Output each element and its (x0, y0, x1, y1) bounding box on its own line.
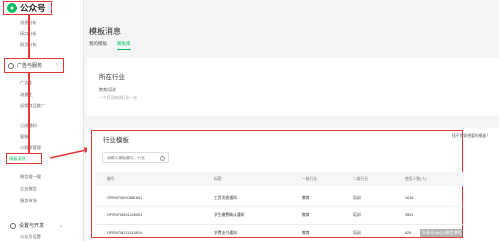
table-row-2-code[interactable]: OPENTM201205001 (107, 213, 142, 217)
watermark: 头条号/@QQ微信课程 (420, 229, 464, 237)
sidebar-group-ads-label: 广告与服务 (17, 63, 43, 69)
template-search-box[interactable] (102, 152, 169, 163)
sidebar-item-service-market[interactable]: 服务市场 (20, 198, 37, 204)
sidebar-item-wechat-search[interactable]: 微信搜一搜 (20, 174, 41, 180)
table-row-3-code[interactable]: OPENTM211131804 (107, 231, 142, 235)
table-row-1-title[interactable]: 工资发放通知 (214, 196, 237, 201)
sidebar-group-dev[interactable]: 设置与开发 ⌄ (7, 218, 67, 233)
sidebar-item-account-settings[interactable]: 公众号设置 (20, 234, 41, 240)
annotation-line-mid (28, 73, 30, 153)
table-row-3-usage: 625 (405, 231, 412, 235)
tab-template-library[interactable]: 模板库 (117, 41, 131, 50)
table-row-1-usage: 1018 (405, 196, 414, 200)
table-row-1-industry-2: 培训 (353, 196, 361, 200)
industry-card: 所在行业 教育/培训 一个月可修改行业一次 (87, 58, 499, 116)
cannot-find-template-link[interactable]: 找不到你想要的模板？ (452, 134, 490, 139)
wechat-logo-icon: ● (7, 3, 17, 13)
sidebar: ● 公众号 消息分析 接口分析 网页分析 广告与服务 ⌃ 广告主 流量主 返佣商… (0, 0, 84, 241)
table-row-2-title[interactable]: 学生缴费确认通知 (214, 213, 244, 218)
settings-icon (10, 222, 16, 229)
page-title: 模板消息 (89, 27, 121, 36)
chevron-down-icon: ⌄ (58, 222, 63, 229)
sidebar-item-advertiser[interactable]: 广告主 (20, 80, 33, 86)
sidebar-item-commission[interactable]: 返佣商品推广 (20, 103, 45, 109)
column-header-industry-2: 二级行业 (353, 177, 369, 181)
sidebar-item-work-wechat[interactable]: 企业微信 (20, 186, 37, 192)
column-header-code: 编号 (107, 177, 115, 181)
row-divider (96, 206, 464, 207)
row-divider (96, 224, 464, 225)
chevron-up-icon: ⌃ (54, 62, 59, 69)
table-row-1-code[interactable]: OPENTM200851601 (107, 196, 142, 200)
table-row-2-industry-1: 教育 (302, 213, 310, 217)
sidebar-item-traffic-owner[interactable]: 流量主 (20, 92, 33, 98)
table-row-2-usage: 3551 (405, 213, 414, 217)
app-logo[interactable]: ● 公众号 (3, 1, 52, 15)
table-row-3-industry-2: 培训 (353, 231, 361, 235)
sidebar-group-ads[interactable]: 广告与服务 ⌃ (4, 58, 64, 73)
column-header-industry-1: 一级行业 (302, 177, 318, 181)
industry-heading: 所在行业 (99, 74, 125, 81)
sidebar-item-miniprogram[interactable]: 小程序管理 (20, 145, 41, 151)
search-icon[interactable] (160, 155, 165, 161)
table-row-3-title[interactable]: 学费支付通知 (214, 231, 237, 236)
tab-bar: 我的模板 模板库 (89, 41, 131, 50)
template-search-input[interactable] (107, 155, 159, 160)
column-header-usage: 使用人数(人) (405, 177, 427, 181)
column-header-title: 标题 (214, 177, 222, 181)
annotation-line-top (28, 15, 30, 58)
table-row-1-industry-1: 教育 (302, 196, 310, 200)
app-title: 公众号 (20, 3, 46, 13)
sidebar-item-template-message[interactable]: 模板消息 (6, 153, 42, 164)
template-library-heading: 行业模板 (103, 137, 129, 144)
ads-service-icon (8, 62, 14, 69)
tab-my-templates[interactable]: 我的模板 (89, 41, 107, 50)
table-row-2-industry-2: 培训 (353, 213, 361, 217)
table-row-3-industry-1: 教育 (302, 231, 310, 235)
sidebar-group-dev-label: 设置与开发 (19, 223, 45, 229)
industry-value: 教育/培训 (99, 87, 117, 92)
industry-note: 一个月可修改行业一次 (99, 96, 137, 100)
